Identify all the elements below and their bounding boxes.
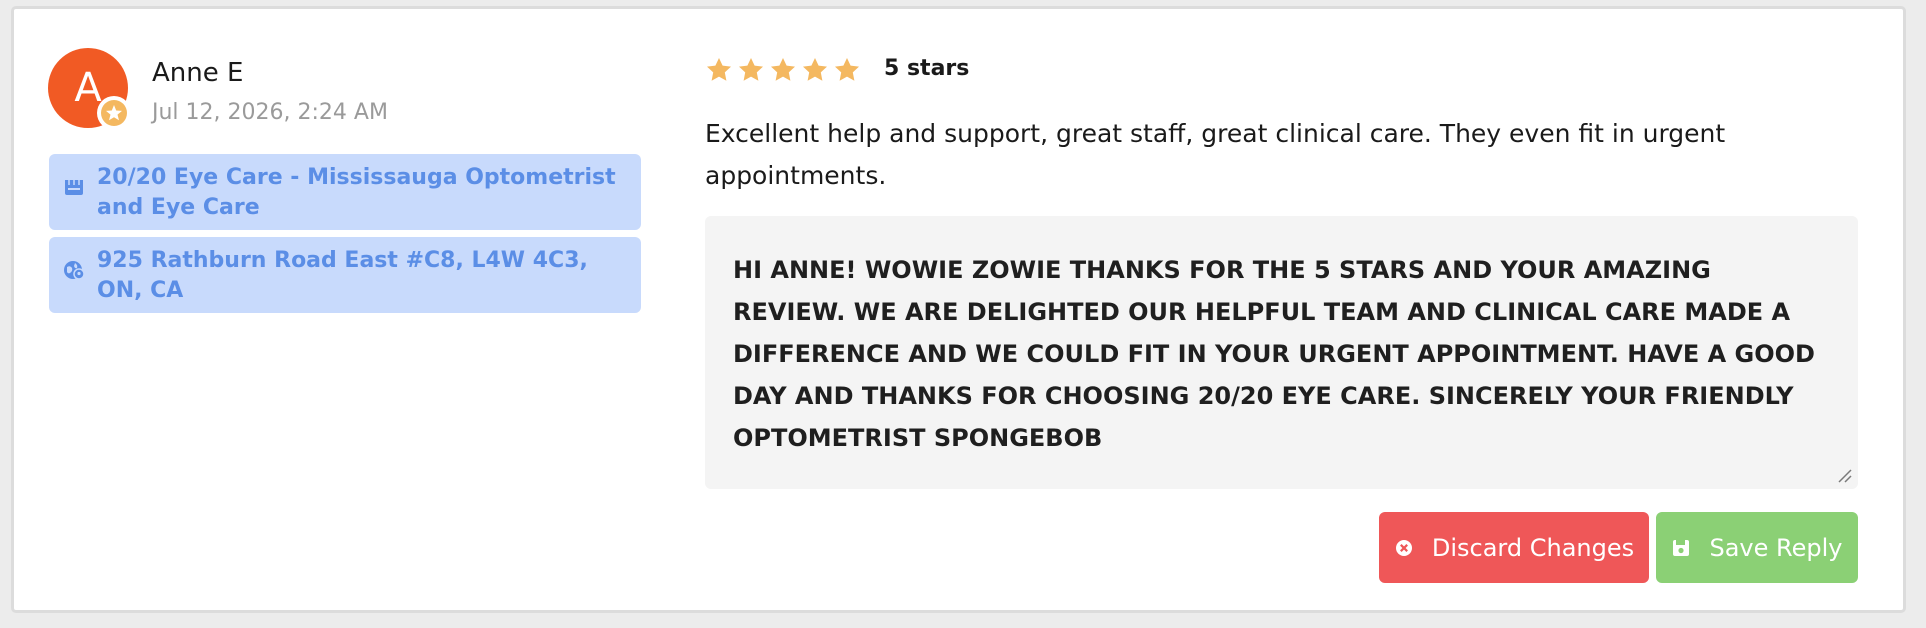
save-reply-label: Save Reply <box>1709 533 1843 562</box>
location-store-chip[interactable]: 20/20 Eye Care - Mississauga Optometrist… <box>49 154 641 230</box>
avatar-initial: A <box>74 65 102 111</box>
reply-textarea[interactable]: Hi Anne! Wowie zowie thanks for the 5 st… <box>705 216 1858 489</box>
discard-changes-button[interactable]: Discard Changes <box>1379 512 1649 583</box>
star-icon <box>707 58 731 81</box>
floppy-disk-icon <box>1673 539 1690 556</box>
save-reply-button[interactable]: Save Reply <box>1656 512 1858 583</box>
star-badge-icon <box>101 100 127 126</box>
discard-changes-label: Discard Changes <box>1431 533 1635 562</box>
star-icon <box>739 58 763 81</box>
reply-text: Hi Anne! Wowie zowie thanks for the 5 st… <box>733 256 1815 452</box>
close-circle-icon <box>1395 539 1412 556</box>
store-name: 20/20 Eye Care - Mississauga Optometrist… <box>97 165 616 220</box>
store-icon <box>65 180 83 195</box>
store-address: 925 Rathburn Road East #C8, L4W 4C3, ON,… <box>97 248 588 303</box>
review-date: Jul 12, 2026, 2:24 AM <box>152 100 388 125</box>
reviewer-name: Anne E <box>152 58 244 88</box>
resize-handle-icon[interactable] <box>1836 467 1852 483</box>
rating-label: 5 stars <box>884 56 970 81</box>
review-text: Excellent help and support, great staff,… <box>705 119 1726 190</box>
star-icon <box>771 58 795 81</box>
star-icon <box>803 58 827 81</box>
location-address-chip[interactable]: 925 Rathburn Road East #C8, L4W 4C3, ON,… <box>49 237 641 313</box>
globe-pin-icon <box>64 261 85 280</box>
avatar-badge <box>97 96 131 130</box>
star-icon <box>835 58 859 81</box>
star-rating <box>705 55 865 85</box>
